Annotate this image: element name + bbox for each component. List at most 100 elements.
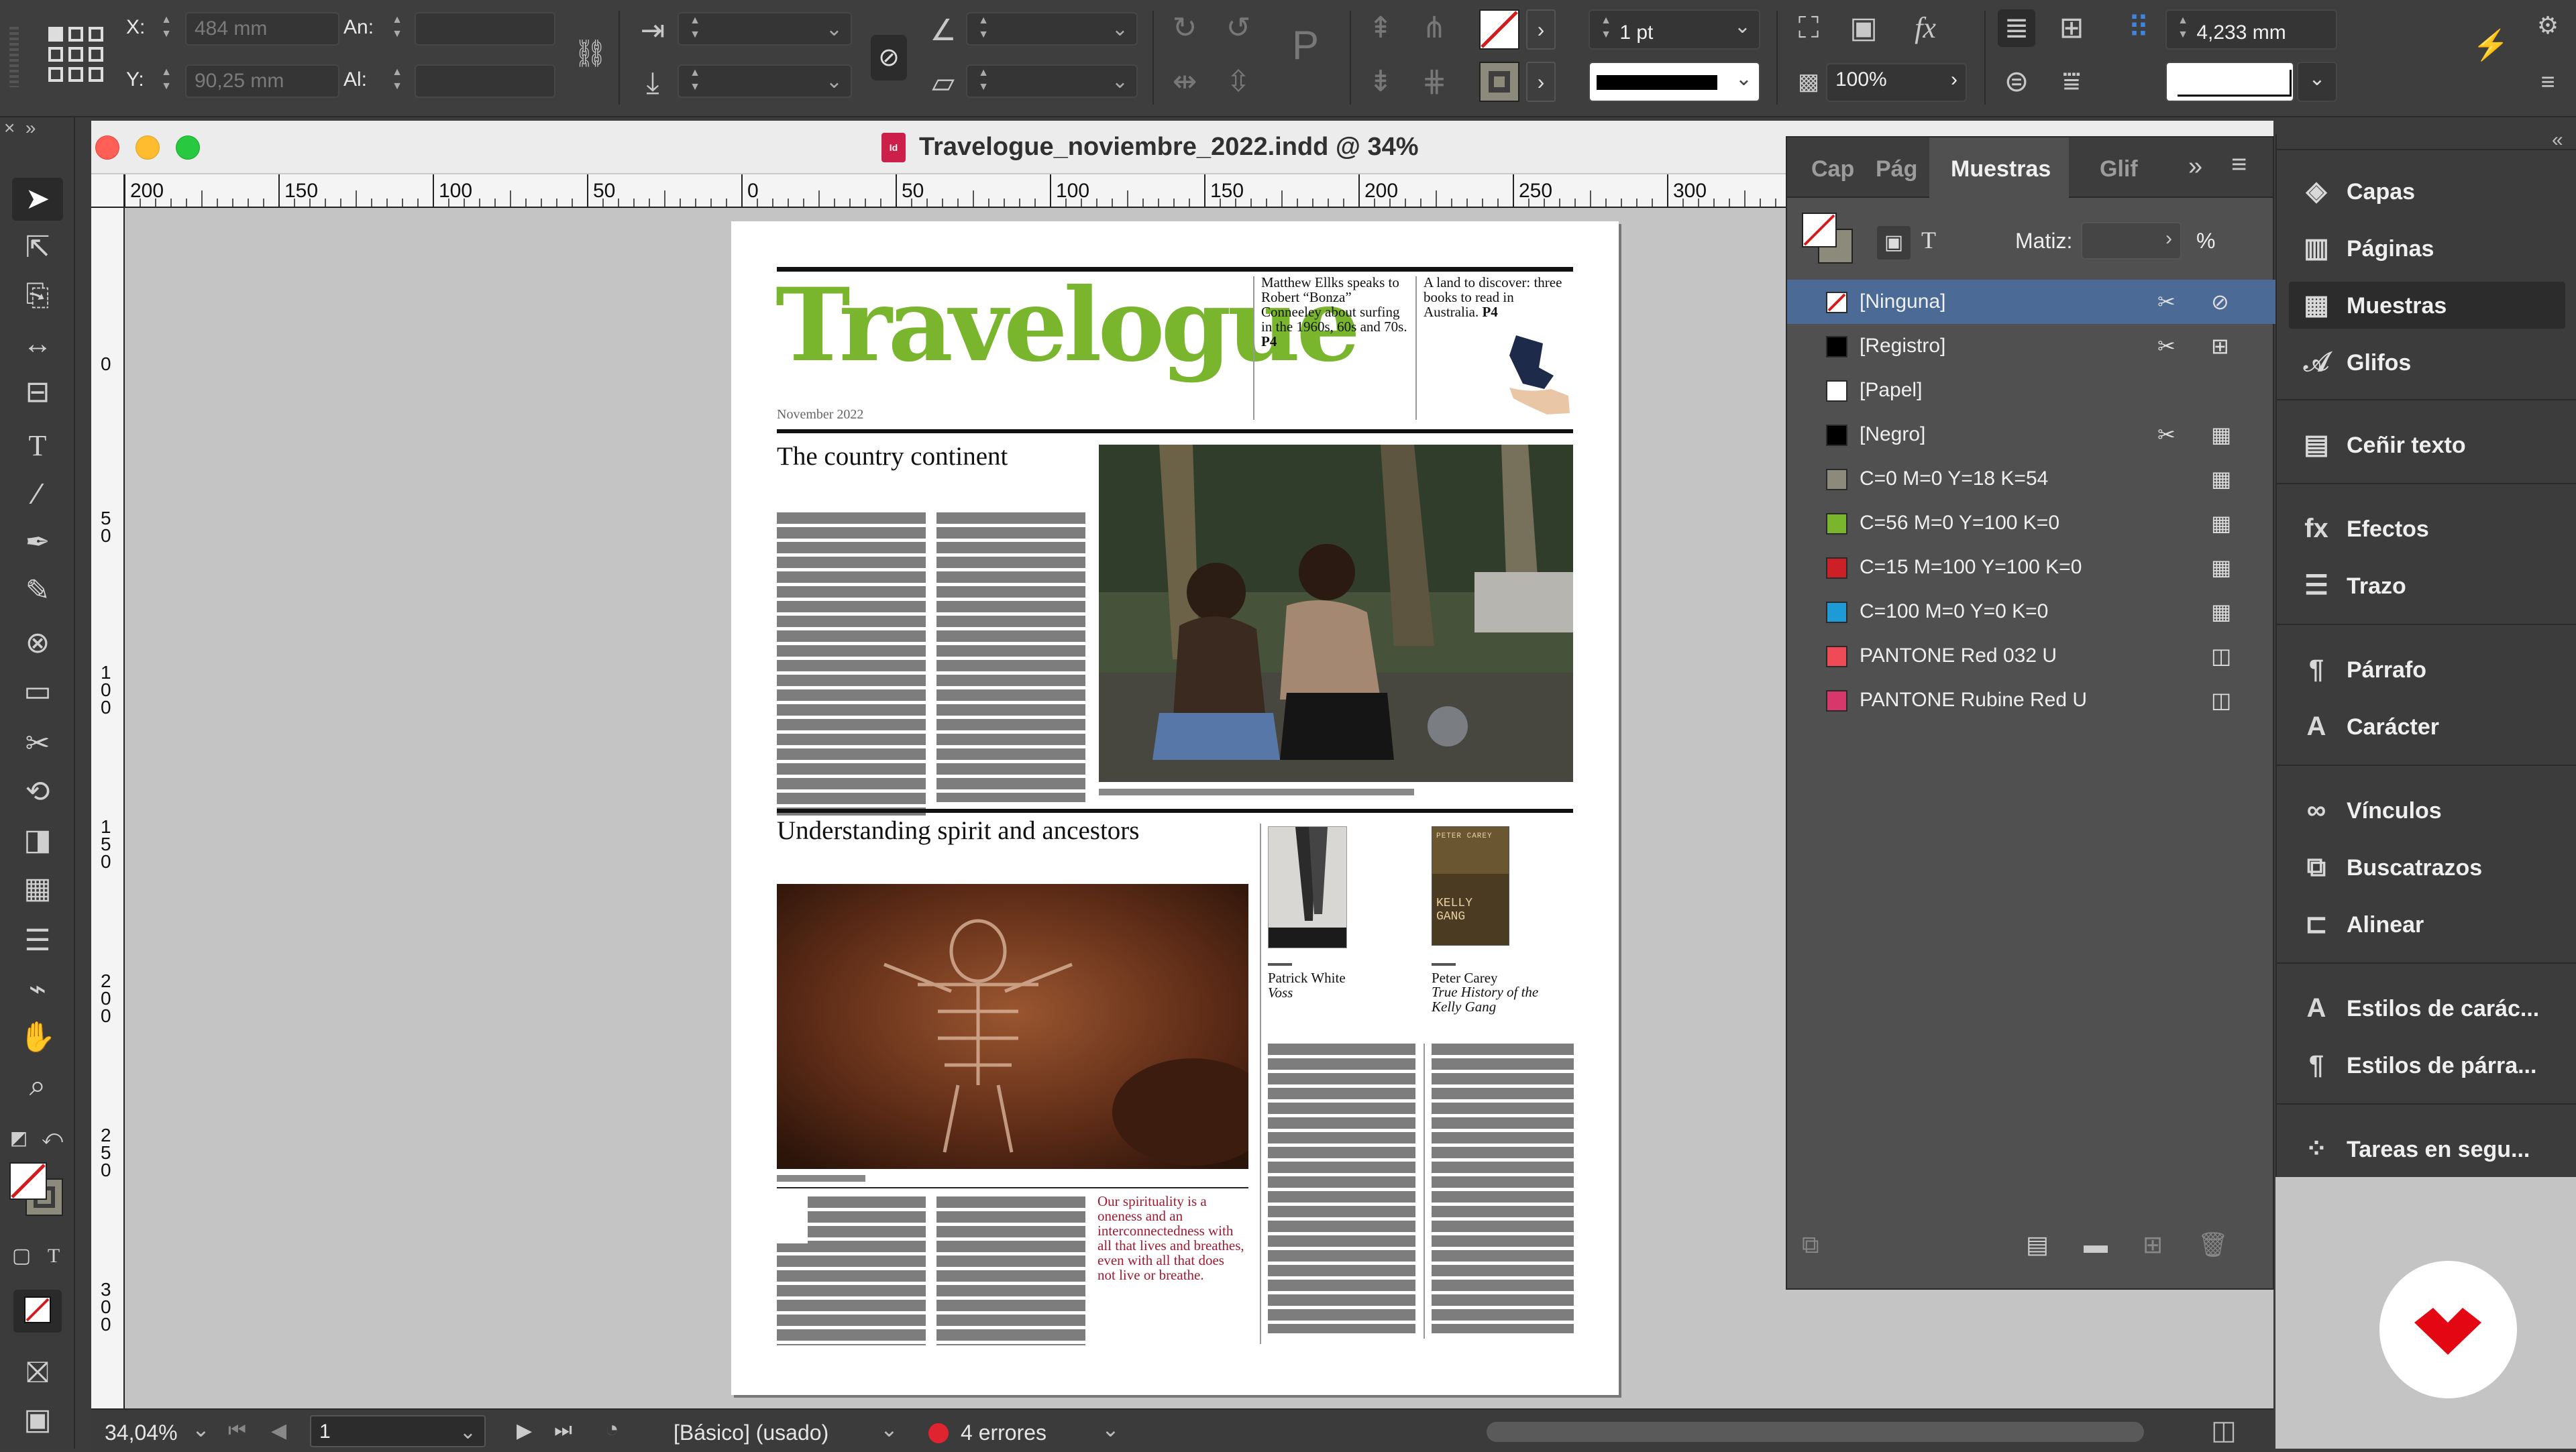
x-field[interactable]: 484 mm (185, 12, 339, 46)
shear-field[interactable]: ▲ ▼ ⌄ (966, 64, 1138, 98)
free-transform-tool-icon[interactable]: ⟲ (12, 771, 63, 814)
lightning-icon[interactable]: ⚡ (2472, 27, 2510, 64)
flip-vertical-icon[interactable]: ⇳ (1220, 63, 1257, 101)
zoom-dropdown-icon[interactable]: ⌄ (192, 1416, 210, 1442)
stroke-menu-button[interactable]: › (1526, 62, 1556, 102)
opacity-field[interactable]: 100% › (1826, 63, 1967, 102)
apply-none-icon[interactable] (13, 1290, 62, 1333)
text-format-icon[interactable]: T (1921, 226, 1936, 254)
last-page-icon[interactable]: ⏭ (554, 1419, 572, 1442)
direct-selection-tool-icon[interactable]: ⇱ (12, 226, 63, 269)
text-wrap-none-icon[interactable]: ≣ (1998, 9, 2035, 47)
y-stepper[interactable]: ▲ ▼ (158, 65, 174, 96)
document-page[interactable]: Travelogue November 2022 Matthew Ellks s… (731, 221, 1619, 1395)
tab-swatches[interactable]: Muestras (1951, 156, 2051, 182)
more-tabs-icon[interactable]: » (2188, 152, 2202, 181)
gradient-feather-tool-icon[interactable]: ▦ (12, 867, 63, 910)
width-field[interactable] (415, 12, 555, 46)
container-format-icon[interactable]: ▣ (1877, 226, 1911, 260)
dock-item-character-styles[interactable]: A Estilos de carác... (2289, 985, 2565, 1031)
collapse-icon[interactable]: × » (4, 117, 36, 139)
fill-stroke-mini[interactable] (1802, 213, 1858, 269)
close-window-button[interactable] (95, 135, 119, 160)
dock-item-stroke[interactable]: ☰ Trazo (2289, 562, 2565, 609)
link-scale-icon[interactable]: ⊘ (871, 35, 907, 80)
delete-swatch-icon[interactable]: 🗑 (2198, 1231, 2229, 1259)
flip-horizontal-icon[interactable]: ⇹ (1166, 63, 1203, 101)
tint-field[interactable]: › (2081, 222, 2182, 260)
select-content-icon[interactable]: P (1287, 25, 1324, 66)
rotate-ccw-icon[interactable]: ↺ (1220, 9, 1257, 47)
dock-item-pages[interactable]: ▥ Páginas (2289, 225, 2565, 272)
hamburger-icon[interactable]: ≡ (2529, 63, 2567, 101)
vertical-ruler[interactable]: 0 5 0 1 0 0 1 5 0 2 0 0 2 5 0 3 0 0 (91, 208, 125, 1408)
note-tool-icon[interactable]: ☰ (12, 919, 63, 962)
dock-item-align[interactable]: ⊏ Alinear (2289, 901, 2565, 948)
dock-item-background-tasks[interactable]: ⁘ Tareas en segu... (2289, 1125, 2565, 1172)
x-stepper[interactable]: ▲ ▼ (158, 13, 174, 44)
hand-tool-icon[interactable]: ✋ (12, 1016, 63, 1059)
swatch-row[interactable]: [Ninguna] ✂ ⊘ (1787, 280, 2275, 324)
select-content-down-icon[interactable]: ⋕ (1415, 63, 1453, 101)
dock-item-swatches[interactable]: ▦ Muestras (2289, 282, 2565, 329)
stroke-type-field[interactable]: ⌄ (1589, 62, 1760, 102)
preview-mode-icon[interactable]: ▣ (12, 1398, 63, 1441)
pen-tool-icon[interactable]: ✒ (12, 521, 63, 564)
rectangle-frame-tool-icon[interactable]: ⊗ (12, 622, 63, 665)
frame-fitting-icon[interactable]: ⛶ (1790, 9, 1827, 47)
minimize-window-button[interactable] (136, 135, 160, 160)
dock-item-layers[interactable]: ◈ Capas (2289, 168, 2565, 215)
text-wrap-shape-icon[interactable]: ⊜ (1998, 63, 2035, 101)
dock-item-effects[interactable]: fx Efectos (2289, 505, 2565, 552)
height-field[interactable] (415, 64, 555, 98)
tab-pages[interactable]: Pág (1876, 156, 1917, 182)
text-wrap-jump-icon[interactable]: ⩸ (2053, 63, 2090, 101)
type-tool-icon[interactable]: T (12, 425, 63, 467)
dock-item-text-wrap[interactable]: ▤ Ceñir texto (2289, 421, 2565, 468)
panel-menu-icon[interactable]: ≡ (2231, 150, 2247, 180)
dock-item-glyphs[interactable]: 𝒜 Glifos (2289, 339, 2565, 386)
split-window-icon[interactable]: ◫ (2211, 1415, 2237, 1446)
stroke-weight-field[interactable]: ▲ ▼ 1 pt ⌄ (1589, 9, 1760, 50)
swatch-row[interactable]: PANTONE Rubine Red U ◫ (1787, 678, 2275, 722)
zoom-window-button[interactable] (176, 135, 200, 160)
screen-mode-icon[interactable]: ⛝ (12, 1351, 63, 1394)
new-swatch-icon[interactable]: ⊞ (2143, 1231, 2163, 1259)
errors-dropdown-icon[interactable]: ⌄ (1102, 1416, 1120, 1442)
first-page-icon[interactable]: ⏮ (228, 1419, 246, 1442)
gap-tool-icon[interactable]: ↔ (12, 323, 63, 366)
width-stepper[interactable]: ▲ ▼ (389, 13, 405, 44)
align-grid-icon[interactable]: ⠿ (2120, 9, 2157, 47)
page-tool-icon[interactable]: ⎘ (12, 274, 63, 317)
zoom-level[interactable]: 34,04% (105, 1420, 178, 1445)
fx-icon[interactable]: fx (1907, 9, 1944, 47)
profile-dropdown-icon[interactable]: ⌄ (880, 1416, 898, 1442)
ruler-origin[interactable] (91, 174, 125, 208)
next-page-icon[interactable]: ▶ (517, 1419, 532, 1443)
default-colors-icon[interactable]: ◩ (5, 1117, 32, 1160)
dock-item-links[interactable]: ∞ Vínculos (2289, 787, 2565, 834)
drop-shadow-icon[interactable]: ▣ (1845, 9, 1882, 47)
horizontal-scrollbar[interactable] (1487, 1422, 2144, 1442)
select-container-icon[interactable]: ⇞ (1362, 9, 1399, 47)
dimension-field[interactable]: ▲ ▼ 4,233 mm (2165, 9, 2337, 50)
swatch-row[interactable]: C=100 M=0 Y=0 K=0 ▦ (1787, 590, 2275, 634)
line-tool-icon[interactable]: ⁄ (12, 473, 63, 516)
object-style-field[interactable] (2165, 62, 2294, 102)
new-color-group-icon[interactable]: ▬ (2084, 1231, 2108, 1259)
swatch-row[interactable]: C=56 M=0 Y=100 K=0 ▦ (1787, 501, 2275, 545)
swap-colors-icon[interactable]: ⤺ (39, 1117, 66, 1160)
y-field[interactable]: 90,25 mm (185, 64, 339, 98)
tab-layers[interactable]: Cap (1811, 156, 1854, 182)
gradient-tool-icon[interactable]: ◨ (12, 819, 63, 862)
fill-none-swatch[interactable] (1479, 9, 1519, 50)
selection-tool-icon[interactable]: ➤ (12, 178, 63, 221)
rectangle-tool-icon[interactable]: ▭ (12, 670, 63, 713)
show-all-swatches-icon[interactable]: ⧉ (1802, 1231, 1819, 1260)
rotate-cw-icon[interactable]: ↻ (1166, 9, 1203, 47)
swatch-row[interactable]: PANTONE Red 032 U ◫ (1787, 634, 2275, 678)
dock-item-pathfinder[interactable]: ⧉ Buscatrazos (2289, 844, 2565, 891)
swatch-row[interactable]: [Papel] (1787, 368, 2275, 412)
select-next-icon[interactable]: ⇟ (1362, 63, 1399, 101)
height-stepper[interactable]: ▲ ▼ (389, 65, 405, 96)
